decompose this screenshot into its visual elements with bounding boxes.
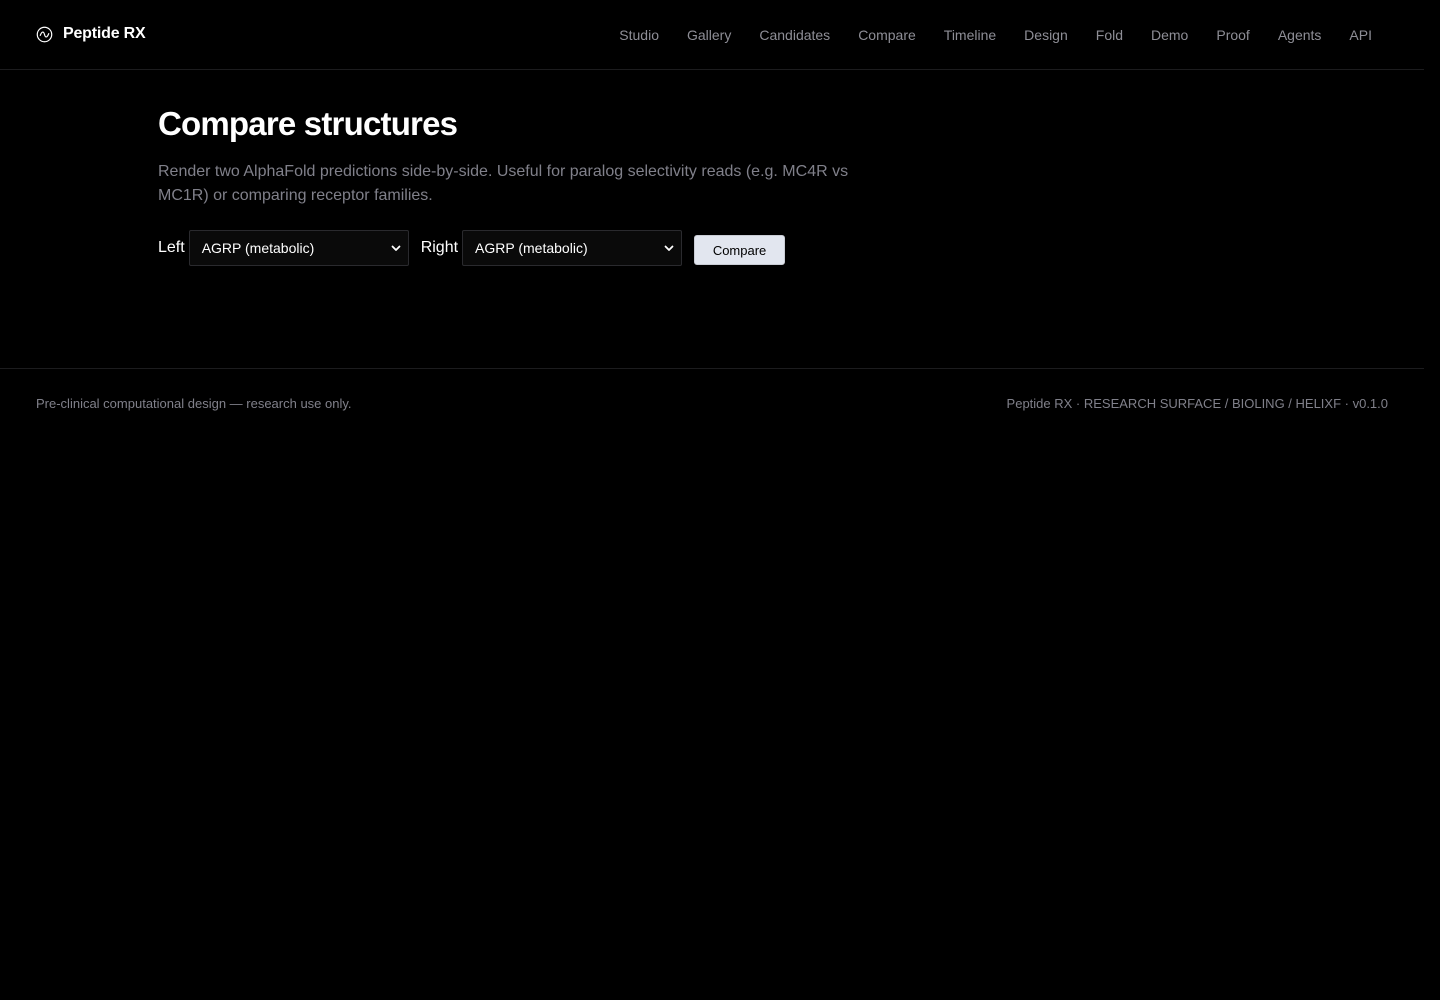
- chevron-down-icon: [391, 245, 401, 251]
- nav-candidates[interactable]: Candidates: [759, 25, 830, 45]
- chevron-down-icon: [664, 245, 674, 251]
- left-structure-select[interactable]: AGRP (metabolic): [188, 230, 409, 266]
- right-label: Right: [420, 239, 459, 256]
- brand-name: Peptide RX: [63, 25, 146, 42]
- wave-circle-icon: [36, 26, 53, 42]
- brand-logo[interactable]: Peptide RX: [36, 24, 146, 44]
- main-nav: Studio Gallery Candidates Compare Timeli…: [591, 25, 1372, 45]
- nav-studio[interactable]: Studio: [619, 25, 659, 45]
- left-label: Left: [158, 239, 185, 256]
- page-title: Compare structures: [158, 105, 458, 142]
- right-structure-select[interactable]: AGRP (metabolic): [462, 230, 683, 266]
- nav-agents[interactable]: Agents: [1278, 25, 1322, 45]
- nav-api[interactable]: API: [1349, 25, 1372, 45]
- page-description: Render two AlphaFold predictions side-by…: [158, 163, 849, 204]
- nav-proof[interactable]: Proof: [1216, 25, 1249, 45]
- nav-timeline[interactable]: Timeline: [944, 25, 996, 45]
- nav-fold[interactable]: Fold: [1096, 25, 1123, 45]
- nav-gallery[interactable]: Gallery: [687, 25, 731, 45]
- right-select-value: AGRP (metabolic): [475, 240, 588, 256]
- main-content: Compare structures Render two AlphaFold …: [158, 104, 918, 266]
- nav-design[interactable]: Design: [1024, 25, 1068, 45]
- nav-compare[interactable]: Compare: [858, 25, 916, 45]
- left-select-value: AGRP (metabolic): [201, 240, 315, 256]
- compare-button[interactable]: Compare: [694, 235, 786, 265]
- page-footer: Pre-clinical computational design — rese…: [0, 368, 1424, 438]
- nav-demo[interactable]: Demo: [1151, 25, 1188, 45]
- footer-version: Peptide RX · RESEARCH SURFACE / BIOLING …: [1006, 396, 1388, 411]
- top-header: Peptide RX Studio Gallery Candidates Com…: [0, 0, 1424, 70]
- footer-disclaimer: Pre-clinical computational design — rese…: [36, 396, 352, 411]
- compare-controls: Left AGRP (metabolic) Right AGRP (metabo…: [158, 230, 918, 266]
